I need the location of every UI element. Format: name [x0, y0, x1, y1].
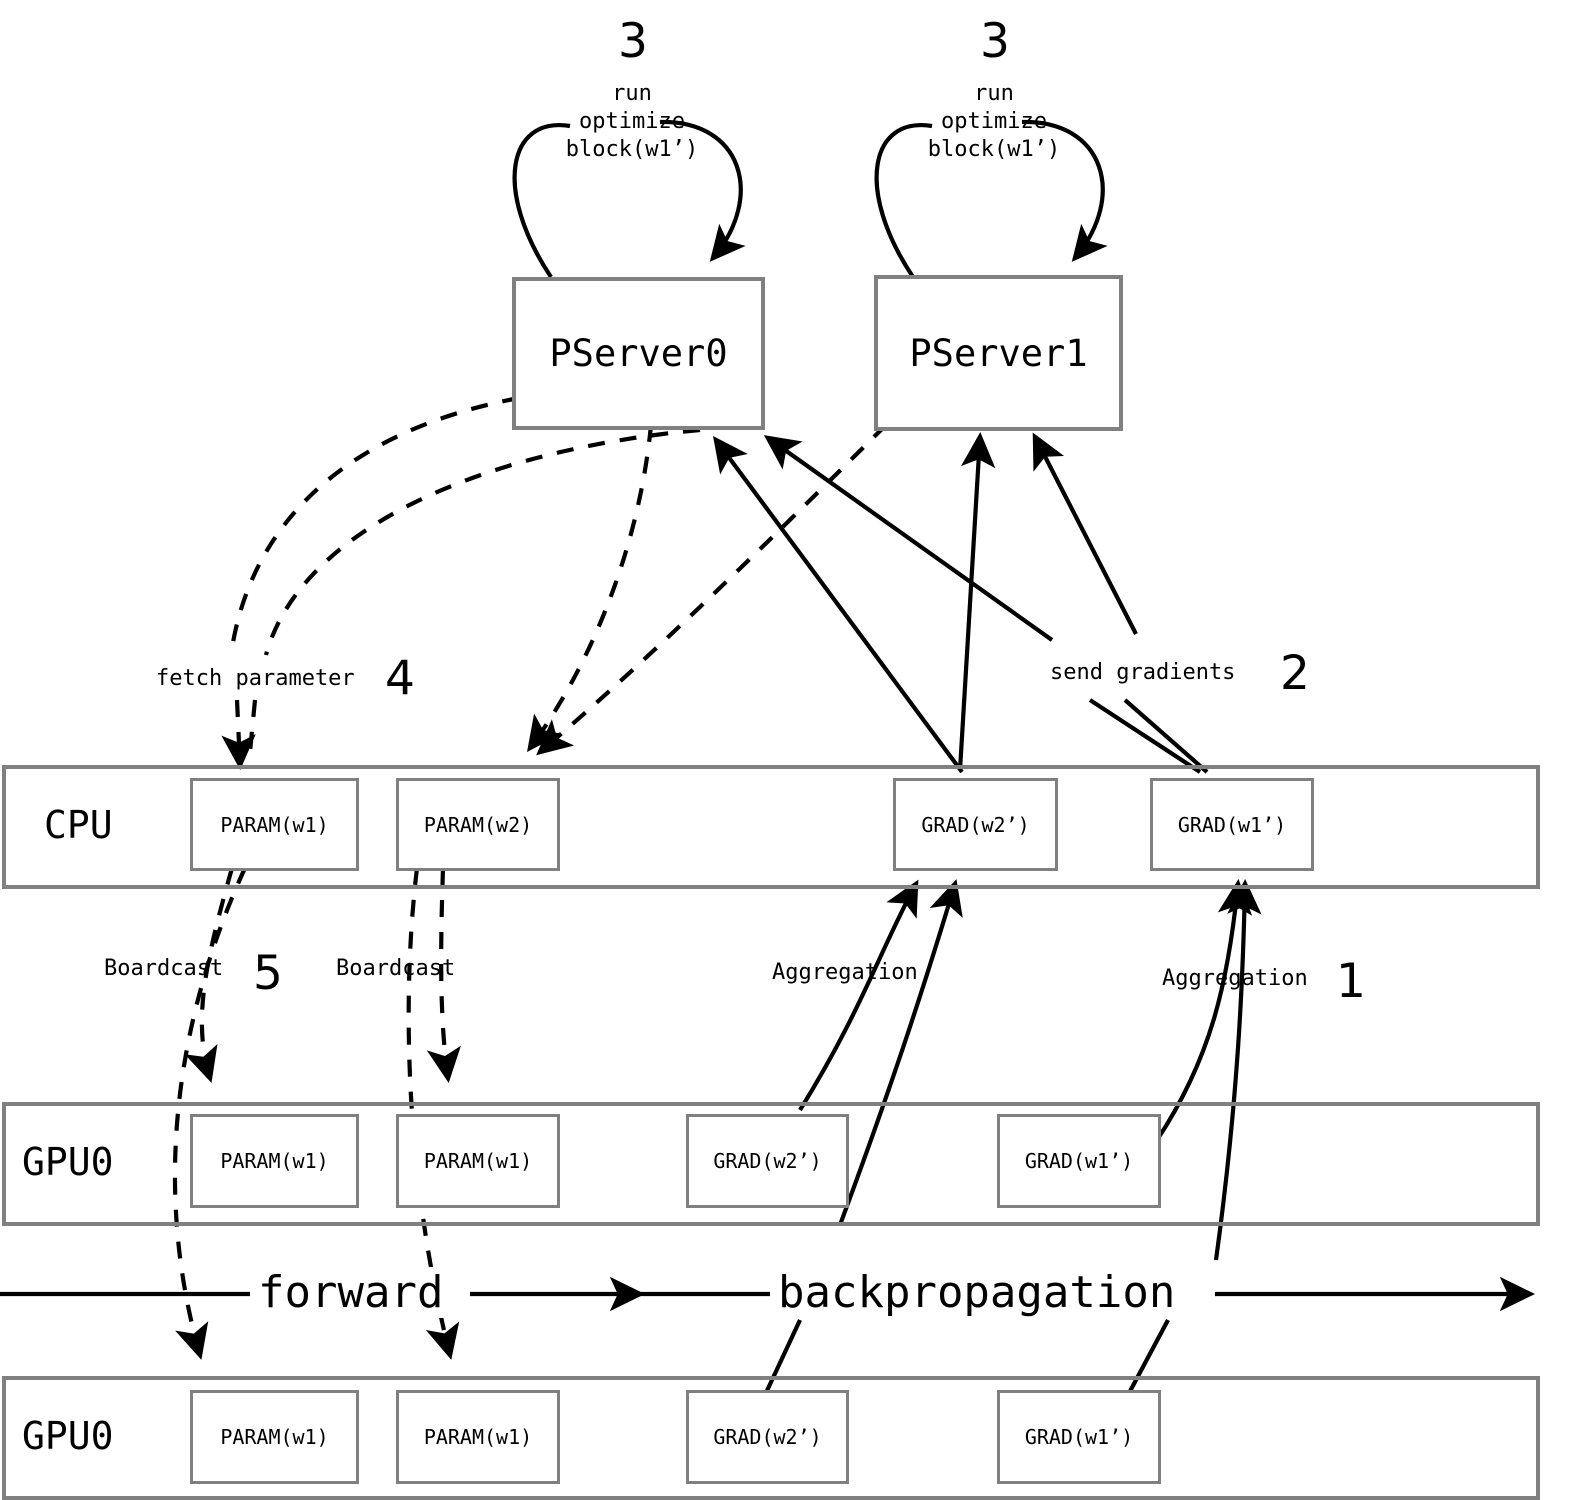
pserver0-node[interactable]: PServer0: [512, 277, 765, 430]
aggregation-right-step-number: 1: [1336, 954, 1366, 1009]
cpu-cell-param-w2-text: PARAM(w2): [423, 812, 533, 837]
boardcast-left-label: Boardcast: [104, 956, 224, 981]
gpu0-bottom-cell-param-w1-a-text: PARAM(w1): [220, 1425, 329, 1449]
forward-label: forward: [250, 1267, 452, 1318]
gpu0-bottom-cell-grad-w2[interactable]: GRAD(w2’): [686, 1390, 849, 1484]
cpu-cell-grad-w2-text: GRAD(w2’): [921, 812, 1030, 837]
diagram-canvas: PServer0 PServer1 3 run optimize block(w…: [0, 0, 1572, 1500]
boardcast-right-label: Boardcast: [336, 956, 456, 981]
grad-w1-to-pserver1-a: [957, 431, 996, 771]
pserver1-loop-line2: optimize: [941, 109, 1047, 135]
fetch-param-w1-a-tip: [221, 699, 256, 771]
gpu0-mid-cell-param-w1-b[interactable]: PARAM(w1): [396, 1114, 560, 1208]
gpu0-mid-cell-param-w1-b-text: PARAM(w1): [423, 1149, 533, 1173]
pserver1-loop-line1: run: [974, 81, 1014, 106]
aggregation-right-label: Aggregation: [1162, 966, 1308, 991]
cpu-cell-grad-w1-text: GRAD(w1’): [1177, 812, 1287, 837]
send-gradients-leader-b: [1123, 698, 1209, 774]
pserver0-step-number: 3: [618, 14, 648, 69]
backpropagation-label: backpropagation: [770, 1267, 1184, 1318]
cpu-cell-param-w1[interactable]: PARAM(w1): [190, 778, 359, 871]
boardcast-left-step-number: 5: [253, 946, 283, 1001]
pserver0-loop-line1: run: [612, 81, 652, 106]
pserver0-label: PServer0: [549, 332, 728, 375]
pserver0-loop-line3: block(w1’): [565, 137, 699, 163]
gpu0-mid-cell-grad-w2[interactable]: GRAD(w2’): [686, 1114, 849, 1208]
grad-w2-to-pserver0-a: [712, 435, 964, 774]
cpu-cell-param-w1-text: PARAM(w1): [220, 812, 329, 837]
pserver1-label: PServer1: [909, 331, 1088, 375]
fetch-parameter-label: fetch parameter: [156, 666, 355, 691]
fetch-param-w1-b: [263, 427, 701, 656]
gpu0-bottom-cell-param-w1-b[interactable]: PARAM(w1): [396, 1390, 560, 1484]
aggregation-left-label: Aggregation: [772, 960, 918, 985]
pserver0-loop-label: run optimize block(w1’): [562, 80, 702, 164]
pserver1-step-number: 3: [980, 14, 1010, 69]
pserver1-node[interactable]: PServer1: [874, 275, 1123, 431]
send-gradients-leader-a: [1088, 698, 1202, 774]
fetch-param-w1-a: [228, 395, 520, 656]
fetch-parameter-step-number: 4: [385, 651, 415, 706]
pserver1-loop-label: run optimize block(w1’): [924, 80, 1064, 164]
gpu0-mid-band-label: GPU0: [22, 1140, 114, 1184]
fetch-param-w2-b: [536, 423, 888, 756]
gpu0-bottom-cell-param-w1-a[interactable]: PARAM(w1): [190, 1390, 359, 1484]
gpu0-bottom-cell-grad-w1[interactable]: GRAD(w1’): [997, 1390, 1161, 1484]
gpu0-bottom-cell-grad-w1-text: GRAD(w1’): [1024, 1425, 1134, 1449]
cpu-cell-grad-w1[interactable]: GRAD(w1’): [1150, 778, 1314, 871]
gpu0-bottom-cell-param-w1-b-text: PARAM(w1): [423, 1425, 533, 1449]
gpu0-mid-cell-grad-w1[interactable]: GRAD(w1’): [997, 1114, 1161, 1208]
send-gradients-step-number: 2: [1280, 646, 1310, 701]
gpu0-mid-cell-grad-w1-text: GRAD(w1’): [1024, 1149, 1134, 1173]
send-gradients-label: send gradients: [1050, 660, 1236, 685]
grad-w1-to-pserver1-b: [1032, 432, 1138, 635]
gpu0-bottom-band-label: GPU0: [22, 1414, 114, 1458]
gpu0-bottom-cell-grad-w2-text: GRAD(w2’): [713, 1425, 822, 1449]
fetch-param-w1-b-tip: [246, 699, 258, 763]
cpu-cell-param-w2[interactable]: PARAM(w2): [396, 778, 560, 871]
aggregation-left-arrow-a: [798, 879, 919, 1112]
grad-w2-to-pserver0-b: [763, 435, 1054, 642]
pserver1-loop-line3: block(w1’): [927, 137, 1061, 163]
gpu0-mid-cell-param-w1-a[interactable]: PARAM(w1): [190, 1114, 359, 1208]
cpu-band-label: CPU: [44, 803, 113, 847]
pserver0-loop-line2: optimize: [579, 109, 685, 135]
cpu-cell-grad-w2[interactable]: GRAD(w2’): [893, 778, 1058, 871]
fetch-param-w2-a: [527, 424, 654, 753]
gpu0-mid-cell-grad-w2-text: GRAD(w2’): [713, 1149, 822, 1173]
gpu0-mid-cell-param-w1-a-text: PARAM(w1): [220, 1149, 329, 1173]
